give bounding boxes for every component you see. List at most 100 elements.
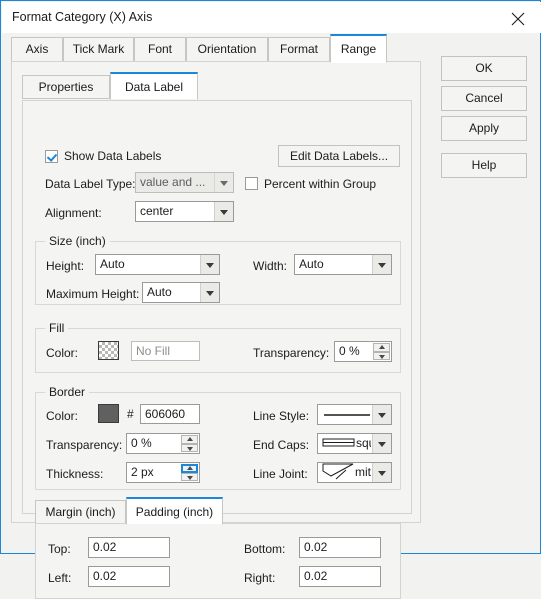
solid-line-icon [324, 414, 370, 416]
width-combo[interactable]: Auto [294, 254, 392, 275]
chevron-down-icon [200, 283, 219, 302]
maximum-height-combo[interactable]: Auto [142, 282, 220, 303]
ok-button[interactable]: OK [441, 56, 527, 81]
end-caps-combo[interactable]: squ... [317, 433, 392, 454]
tab-format[interactable]: Format [268, 37, 330, 62]
format-axis-dialog: Format Category (X) Axis Axis Tick Mark … [0, 0, 541, 599]
padding-bottom-input[interactable]: 0.02 [299, 537, 381, 558]
tab-orientation[interactable]: Orientation [186, 37, 268, 62]
border-color-label: Color: [46, 409, 79, 423]
fill-transparency-value: 0 % [339, 344, 360, 358]
spinner-up-icon[interactable] [181, 464, 198, 473]
padding-right-input[interactable]: 0.02 [299, 566, 381, 587]
size-group-title: Size (inch) [45, 234, 110, 248]
data-label-tabstrip: Properties Data Label [22, 72, 392, 100]
fill-color-value: No Fill [131, 341, 200, 361]
end-caps-value: squ... [356, 436, 371, 450]
spacing-tabstrip: Margin (inch) Padding (inch) [35, 497, 401, 525]
chevron-down-icon [214, 173, 233, 192]
padding-left-input[interactable]: 0.02 [88, 566, 170, 587]
maximum-height-value: Auto [147, 285, 172, 299]
data-label-type-value: value and ... [140, 175, 206, 189]
line-joint-value: miter [355, 465, 371, 479]
size-groupbox: Size (inch) Height: Auto Width: Auto Max… [35, 234, 401, 305]
alignment-label: Alignment: [45, 206, 102, 220]
data-label-type-combo[interactable]: value and ... [135, 172, 234, 193]
percent-within-group-checkbox[interactable] [245, 177, 258, 190]
spinner-down-icon[interactable] [181, 472, 198, 481]
line-style-combo[interactable] [317, 404, 392, 425]
tab-axis[interactable]: Axis [11, 37, 63, 62]
maximum-height-label: Maximum Height: [46, 287, 140, 301]
padding-left-label: Left: [48, 571, 72, 585]
window-title: Format Category (X) Axis [12, 10, 153, 24]
chevron-down-icon [372, 405, 391, 424]
fill-transparency-spinner[interactable] [373, 343, 390, 360]
height-value: Auto [100, 257, 125, 271]
data-label-type-label: Data Label Type: [45, 177, 136, 191]
show-data-labels-checkbox[interactable] [45, 150, 58, 163]
height-label: Height: [46, 259, 85, 273]
tab-font[interactable]: Font [134, 37, 186, 62]
title-bar: Format Category (X) Axis [2, 2, 541, 33]
line-joint-combo[interactable]: miter [317, 462, 392, 483]
fill-transparency-label: Transparency: [253, 346, 330, 360]
thickness-label: Thickness: [46, 467, 104, 481]
line-joint-label: Line Joint: [253, 467, 308, 481]
thickness-spinner[interactable] [181, 464, 198, 481]
spinner-down-icon[interactable] [373, 351, 390, 360]
border-transparency-spinner[interactable] [181, 435, 198, 452]
border-color-hex-input[interactable]: 606060 [140, 404, 200, 424]
tab-margin-inch[interactable]: Margin (inch) [35, 500, 126, 524]
chevron-down-icon [372, 434, 391, 453]
apply-button[interactable]: Apply [441, 116, 527, 141]
subtab-data-label[interactable]: Data Label [110, 72, 198, 100]
fill-transparency-input[interactable]: 0 % [334, 341, 392, 362]
chevron-down-icon [372, 463, 391, 482]
alignment-combo[interactable]: center [135, 201, 234, 222]
border-transparency-label: Transparency: [46, 438, 123, 452]
square-cap-icon [322, 438, 355, 447]
border-transparency-input[interactable]: 0 % [126, 433, 200, 454]
width-label: Width: [253, 259, 288, 273]
tab-tick-mark[interactable]: Tick Mark [63, 37, 134, 62]
spinner-down-icon[interactable] [181, 443, 198, 452]
alignment-value: center [140, 204, 174, 218]
padding-top-input[interactable]: 0.02 [88, 537, 170, 558]
width-value: Auto [299, 257, 324, 271]
close-icon[interactable] [495, 2, 541, 33]
percent-within-group-label: Percent within Group [264, 177, 377, 191]
chevron-down-icon [200, 255, 219, 274]
chevron-down-icon [214, 202, 233, 221]
fill-groupbox: Fill Color: No Fill Transparency: 0 % [35, 321, 401, 373]
line-style-label: Line Style: [253, 409, 310, 423]
chevron-down-icon [372, 255, 391, 274]
subtab-properties[interactable]: Properties [22, 75, 110, 99]
data-label-panel: Show Data Labels Edit Data Labels... Dat… [22, 100, 412, 599]
fill-color-swatch[interactable] [98, 341, 119, 360]
spinner-up-icon[interactable] [373, 343, 390, 352]
thickness-input[interactable]: 2 px [126, 462, 200, 483]
border-transparency-value: 0 % [131, 436, 152, 450]
tab-padding-inch[interactable]: Padding (inch) [126, 497, 223, 525]
thickness-value: 2 px [131, 465, 154, 479]
edit-data-labels-button[interactable]: Edit Data Labels... [278, 145, 400, 167]
border-groupbox: Border Color: # 606060 Line Style: Trans… [35, 385, 401, 490]
padding-right-label: Right: [244, 571, 276, 585]
close-glyph [511, 12, 525, 26]
show-data-labels-label: Show Data Labels [64, 149, 162, 163]
range-page-panel: Properties Data Label Show Data Labels E… [11, 61, 421, 599]
border-color-swatch[interactable] [98, 404, 119, 423]
end-caps-label: End Caps: [253, 438, 310, 452]
spinner-up-icon[interactable] [181, 435, 198, 444]
height-combo[interactable]: Auto [95, 254, 220, 275]
hash-symbol: # [127, 407, 134, 421]
tab-range[interactable]: Range [330, 34, 387, 63]
fill-color-label: Color: [46, 346, 79, 360]
padding-panel: Top: 0.02 Bottom: 0.02 Left: 0.02 Right:… [35, 523, 401, 599]
miter-joint-icon [322, 463, 354, 480]
cancel-button[interactable]: Cancel [441, 86, 527, 111]
fill-group-title: Fill [45, 321, 69, 335]
help-button[interactable]: Help [441, 153, 527, 178]
border-group-title: Border [45, 385, 90, 399]
